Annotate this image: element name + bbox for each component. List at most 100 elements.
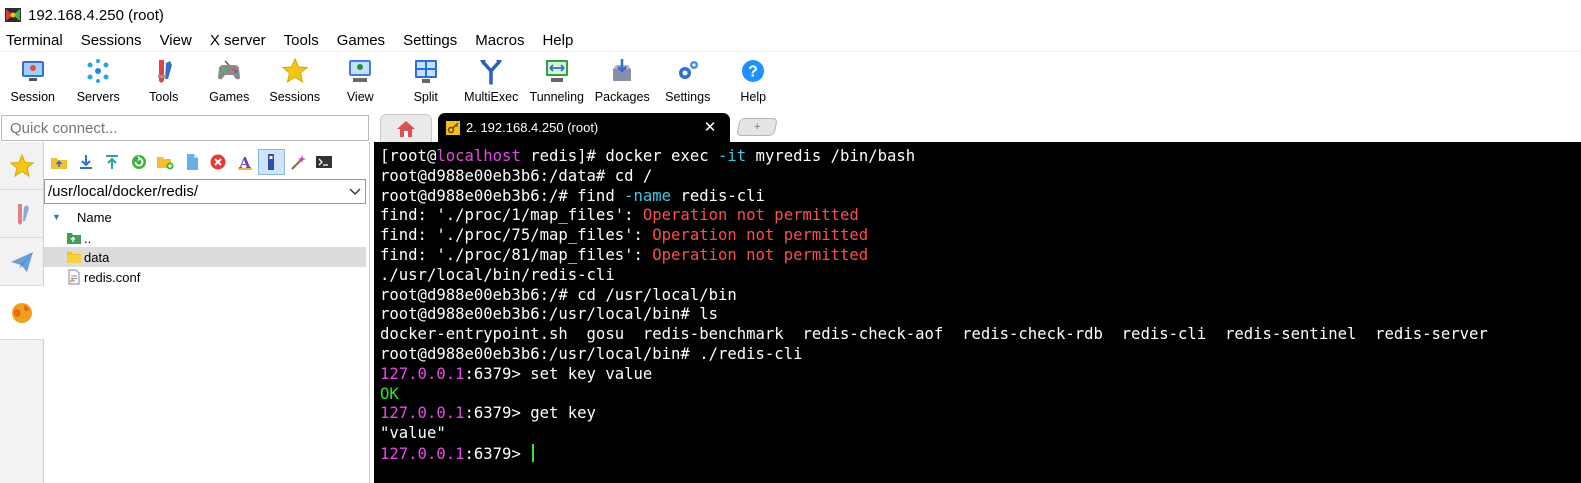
- terminal-text: 127.0.0.1: [380, 444, 465, 463]
- column-header-name[interactable]: Name: [77, 210, 112, 225]
- multiexec-button[interactable]: MultiExec: [459, 53, 525, 107]
- follow-folder-icon: [268, 154, 275, 170]
- sessions-label: Sessions: [269, 90, 321, 104]
- star-icon: [9, 153, 35, 177]
- file-row-redis-conf[interactable]: redis.conf: [44, 267, 366, 287]
- chevron-down-icon[interactable]: [345, 182, 365, 202]
- title-bar: 192.168.4.250 (root): [0, 0, 1581, 30]
- download-button[interactable]: [73, 149, 100, 175]
- terminal-text: myredis /bin/bash: [746, 147, 916, 165]
- open-terminal-button[interactable]: [311, 149, 338, 175]
- menu-terminal[interactable]: Terminal: [6, 32, 63, 49]
- sidebar-tab-tools[interactable]: [0, 190, 44, 238]
- menu-help[interactable]: Help: [542, 32, 573, 49]
- refresh-button[interactable]: [126, 149, 153, 175]
- sidebar-tab-sessions[interactable]: [0, 142, 44, 190]
- upload-button[interactable]: [99, 149, 126, 175]
- session-label: Session: [10, 90, 55, 104]
- sessions-button[interactable]: Sessions: [262, 53, 328, 107]
- terminal-text: root@d988e00eb3b6:/usr/local/bin# ls: [380, 305, 718, 324]
- parent-folder-button[interactable]: [46, 149, 73, 175]
- follow-terminal-toggle[interactable]: [258, 149, 285, 175]
- help-button[interactable]: ? Help: [721, 53, 787, 107]
- sidebar-tab-macros[interactable]: [0, 238, 44, 286]
- new-file-icon: [186, 154, 198, 170]
- terminal-line: 127.0.0.1:6379> set key value: [380, 365, 1581, 385]
- games-label: Games: [209, 90, 250, 104]
- rename-icon: A: [237, 154, 252, 171]
- terminal-line: find: './proc/81/map_files': Operation n…: [380, 246, 1581, 266]
- new-file-button[interactable]: [179, 149, 206, 175]
- tools-button[interactable]: Tools: [131, 53, 197, 107]
- terminal-text: Operation not permitted: [652, 245, 869, 264]
- sidebar-tab-sftp[interactable]: [0, 286, 44, 340]
- file-row-parent[interactable]: ..: [44, 228, 366, 248]
- settings-label: Settings: [665, 90, 711, 104]
- terminal-output[interactable]: [root@localhost redis]# docker exec -it …: [374, 142, 1581, 483]
- paper-plane-icon: [11, 251, 33, 272]
- terminal-text: -name: [624, 186, 672, 205]
- terminal-line: ./usr/local/bin/redis-cli: [380, 266, 1581, 286]
- sftp-file-browser: A /usr/local/docker/redis/ ▼ Name .. dat…: [44, 142, 370, 483]
- new-tab-button[interactable]: +: [736, 118, 778, 136]
- split-button[interactable]: Split: [393, 53, 459, 107]
- menu-x-server[interactable]: X server: [210, 32, 266, 49]
- menu-games[interactable]: Games: [337, 32, 385, 49]
- help-icon: ?: [742, 60, 765, 82]
- help-label: Help: [740, 90, 767, 104]
- packages-label: Packages: [594, 90, 650, 104]
- remote-path-dropdown[interactable]: /usr/local/docker/redis/: [44, 179, 366, 204]
- new-folder-button[interactable]: [152, 149, 179, 175]
- new-folder-icon: [157, 157, 174, 170]
- view-button[interactable]: View: [328, 53, 394, 107]
- file-row-data[interactable]: data: [44, 247, 366, 267]
- terminal-text: redis]# docker exec: [520, 147, 718, 165]
- servers-button[interactable]: Servers: [66, 53, 132, 107]
- terminal-line: 127.0.0.1:6379> get key: [380, 404, 1581, 424]
- terminal-line: find: './proc/1/map_files': Operation no…: [380, 206, 1581, 226]
- rename-button[interactable]: A: [232, 149, 259, 175]
- terminal-text: :6379> get key: [464, 404, 596, 423]
- split-icon: [414, 60, 437, 83]
- terminal-text: root@d988e00eb3b6:/# find: [380, 186, 625, 205]
- menu-sessions[interactable]: Sessions: [81, 32, 142, 49]
- menu-macros[interactable]: Macros: [475, 32, 524, 49]
- menu-settings[interactable]: Settings: [403, 32, 457, 49]
- file-list-header[interactable]: ▼ Name: [44, 206, 366, 228]
- session-icon: [21, 61, 44, 81]
- upload-icon: [106, 155, 119, 169]
- file-name: data: [84, 249, 110, 265]
- terminal-text: 127.0.0.1: [380, 364, 465, 383]
- terminal-text: Operation not permitted: [652, 226, 869, 245]
- tools-label: Tools: [149, 90, 179, 104]
- session-tab-bar: 2. 192.168.4.250 (root) ✕ +: [370, 110, 1581, 142]
- menu-view[interactable]: View: [160, 32, 192, 49]
- tunneling-button[interactable]: Tunneling: [524, 53, 590, 107]
- terminal-text: localhost: [436, 147, 521, 165]
- magic-wand-icon: [290, 155, 306, 170]
- tab-label: 2. 192.168.4.250 (root): [466, 120, 599, 135]
- plus-icon: +: [753, 121, 761, 133]
- tools-button[interactable]: [285, 149, 312, 175]
- home-tab[interactable]: [380, 114, 432, 142]
- terminal-text: find: './proc/75/map_files':: [380, 226, 653, 245]
- terminal-line: root@d988e00eb3b6:/usr/local/bin# ls: [380, 305, 1581, 325]
- session-button[interactable]: Session: [0, 53, 66, 107]
- tools-icon: [157, 60, 172, 83]
- parent-folder-icon: [66, 230, 82, 246]
- terminal-text: find: './proc/1/map_files':: [380, 206, 643, 225]
- tab-session-2[interactable]: 2. 192.168.4.250 (root) ✕: [438, 113, 730, 142]
- servers-label: Servers: [76, 90, 120, 104]
- delete-button[interactable]: [205, 149, 232, 175]
- settings-button[interactable]: Settings: [655, 53, 721, 107]
- games-button[interactable]: Games: [197, 53, 263, 107]
- main-toolbar: Session Servers Tools Games Sessions Vie…: [0, 53, 1581, 107]
- home-icon: [397, 120, 415, 137]
- close-tab-icon[interactable]: ✕: [702, 119, 718, 136]
- sidebar-tabs: [0, 142, 44, 483]
- packages-button[interactable]: Packages: [590, 53, 656, 107]
- menu-tools[interactable]: Tools: [284, 32, 319, 49]
- quick-connect-input[interactable]: [1, 115, 369, 141]
- terminal-text: root@d988e00eb3b6:/data# cd /: [380, 166, 653, 185]
- terminal-line: root@d988e00eb3b6:/# find -name redis-cl…: [380, 187, 1581, 207]
